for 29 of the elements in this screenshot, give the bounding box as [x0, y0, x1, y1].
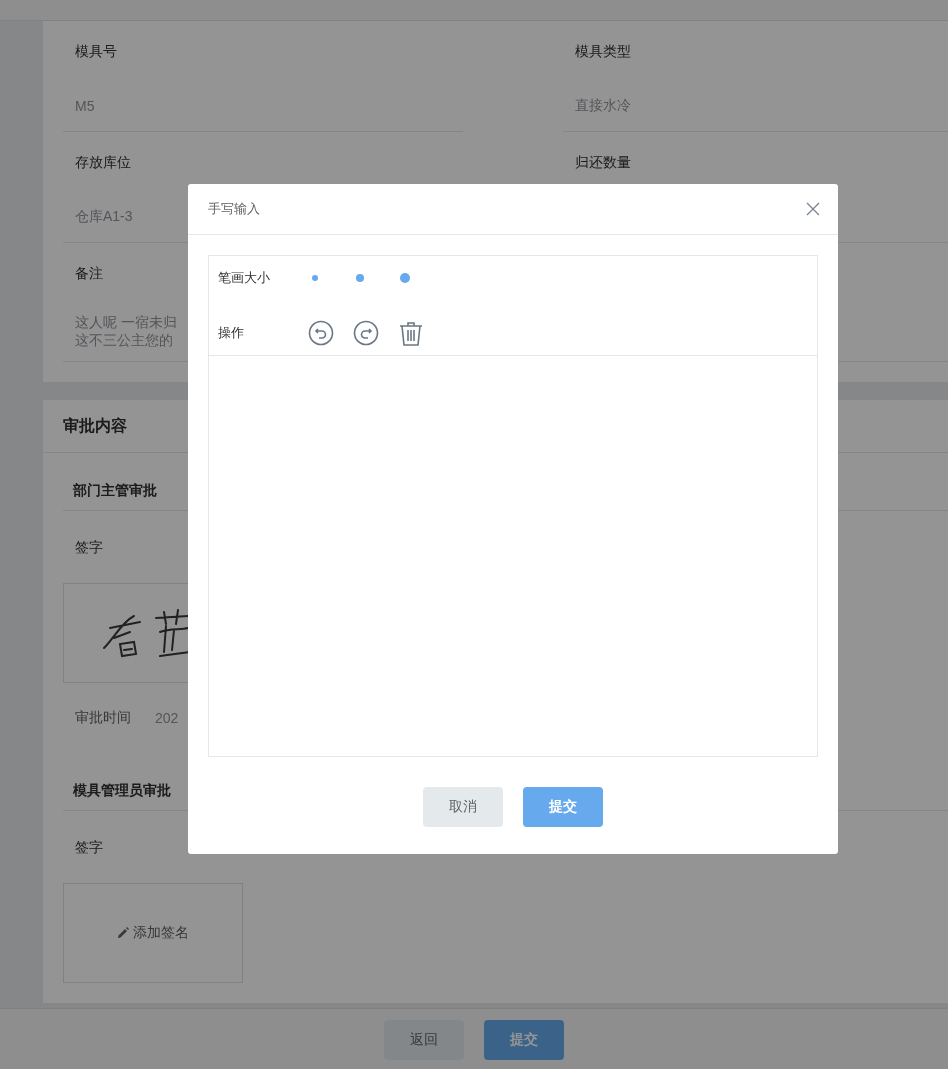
value-text: 仓库A1-3: [75, 208, 133, 226]
field-label: 存放库位: [74, 153, 131, 172]
signature-label: 签字: [74, 538, 103, 557]
remark-text: 这人呢 一宿未归: [75, 313, 177, 331]
close-icon[interactable]: [806, 202, 820, 216]
undo-icon[interactable]: [308, 320, 334, 346]
field-label: 模具号: [74, 42, 117, 61]
value-text: M5: [75, 98, 95, 114]
signature-label: 签字: [74, 838, 103, 857]
trash-icon[interactable]: [398, 320, 424, 346]
section-title: 模具管理员审批: [73, 782, 171, 800]
pen-size-label: 笔画大小: [218, 269, 271, 287]
footer-button[interactable]: 提交: [484, 1020, 564, 1060]
field-label: 归还数量: [574, 153, 631, 172]
field-label: 备注: [74, 264, 103, 283]
dialog-button[interactable]: 取消: [423, 787, 503, 827]
time-value: 202: [155, 710, 179, 726]
value-text: 直接水冷: [575, 97, 631, 115]
field-label: 模具类型: [574, 42, 631, 61]
footer-button[interactable]: 返回: [384, 1020, 464, 1060]
actions-label: 操作: [218, 324, 245, 342]
dialog-title: 手写输入: [208, 200, 260, 218]
redo-icon[interactable]: [353, 320, 379, 346]
pencil-icon: [117, 927, 129, 939]
dialog-button[interactable]: 提交: [523, 787, 603, 827]
time-label: 审批时间: [75, 709, 131, 727]
section-title: 部门主管审批: [73, 482, 157, 500]
card-title: 审批内容: [63, 415, 127, 436]
add-signature-button[interactable]: 添加签名: [63, 883, 243, 983]
